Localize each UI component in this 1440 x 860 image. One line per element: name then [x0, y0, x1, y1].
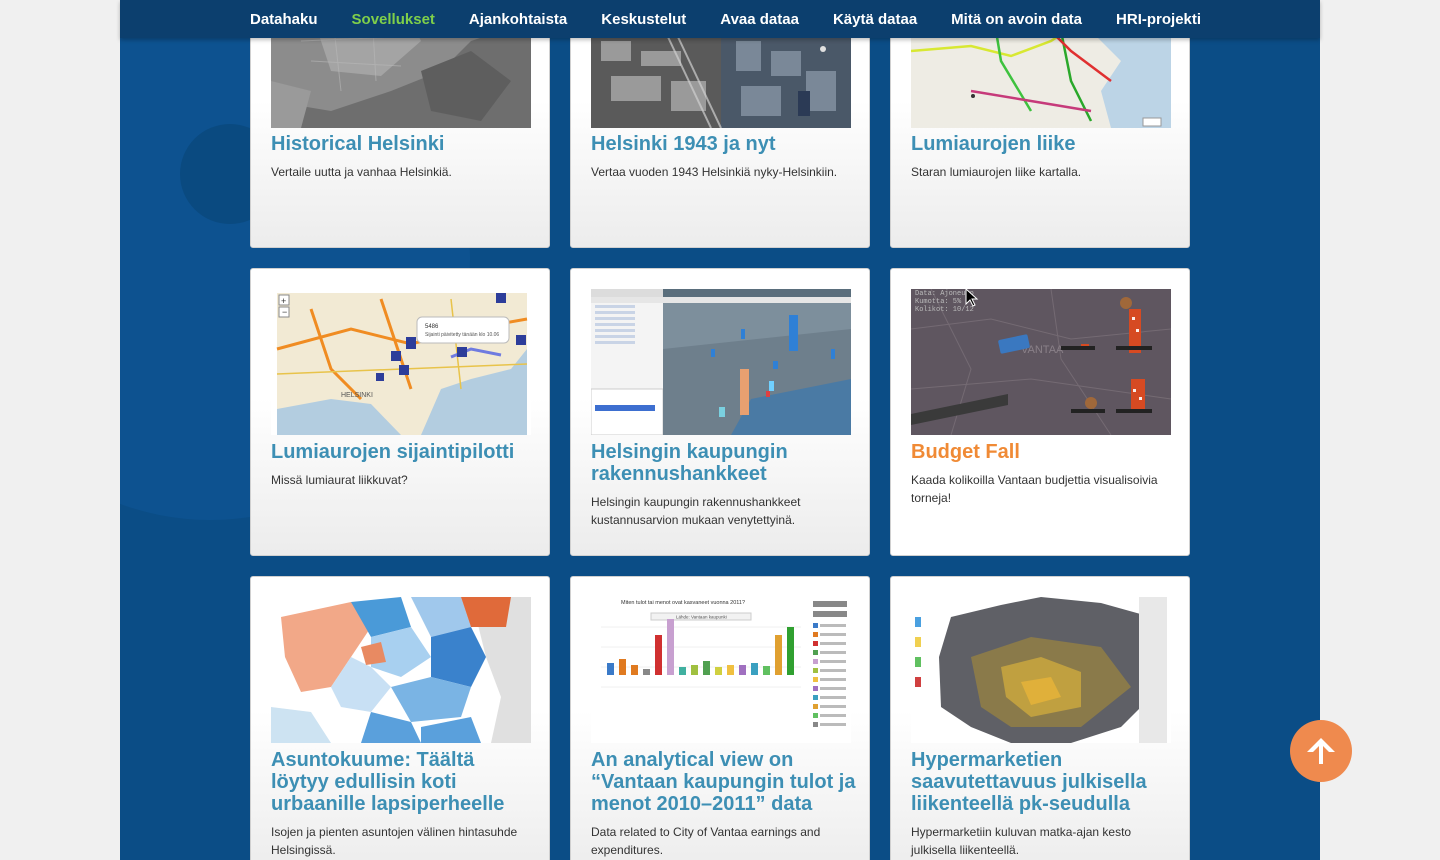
thumbnail-legend-text-line: [820, 687, 846, 690]
app-thumbnail-asuntokuume[interactable]: [271, 597, 531, 743]
app-card-description: Vertaa vuoden 1943 Helsinkiä nyky-Helsin…: [591, 165, 838, 179]
map-city-label: HELSINKI: [341, 392, 373, 399]
thumbnail-bar: [691, 665, 698, 675]
thumbnail-bar: [631, 665, 638, 675]
thumbnail-legend-swatch: [813, 632, 818, 637]
svg-text:+: +: [281, 296, 286, 306]
app-card-title[interactable]: Lumiaurojen liike: [911, 133, 1176, 155]
thumbnail-legend-text-line: [820, 678, 846, 681]
nav-item-hri-projekti[interactable]: HRI-projekti: [1116, 11, 1201, 28]
thumbnail-bar: [787, 627, 794, 675]
thumbnail-bar: [667, 619, 674, 675]
app-thumbnail-vantaa-tulot-menot[interactable]: Miten tulot tai menot ovat kasvaneet vuo…: [591, 597, 851, 743]
map-popup-time: Sijainti päivitetty tänään klo 10.06: [425, 332, 499, 338]
thumbnail-legend-swatch: [813, 695, 818, 700]
thumbnail-bar: [751, 663, 758, 675]
thumbnail-legend-text-line: [820, 624, 846, 627]
app-card-description: Staran lumiaurojen liike kartalla.: [911, 165, 1082, 179]
app-card-lumiaurojen-sijaintipilotti[interactable]: + − 5486 Sijainti päivitetty tänään klo …: [250, 268, 550, 556]
thumbnail-legend-swatch: [813, 713, 818, 718]
thumbnail-legend-text-line: [820, 651, 846, 654]
thumbnail-legend-swatch: [813, 659, 818, 664]
app-thumbnail-hypermarketien-saavutettavuus[interactable]: [911, 597, 1171, 743]
app-card-title[interactable]: Helsingin kaupungin rakennushankkeet: [591, 441, 856, 485]
arrow-up-icon: [1307, 738, 1335, 764]
thumbnail-bar: [703, 661, 710, 675]
app-card-asuntokuume[interactable]: Asuntokuume: Täältä löytyy edullisin kot…: [250, 576, 550, 860]
thumbnail-chart-title: Miten tulot tai menot ovat kasvaneet vuo…: [621, 600, 745, 606]
thumbnail-legend-swatch: [813, 623, 818, 628]
app-card-budget-fall[interactable]: Data: Ajoneuvo Kumotta: 5% Kolikot: 10/1…: [890, 268, 1190, 556]
thumbnail-bar: [679, 667, 686, 675]
thumbnail-bar: [607, 663, 614, 675]
app-thumbnail-lumiaurojen-sijaintipilotti[interactable]: + − 5486 Sijainti päivitetty tänään klo …: [271, 289, 531, 435]
app-thumbnail-rakennushankkeet[interactable]: [591, 289, 851, 435]
app-thumbnail-budget-fall[interactable]: Data: Ajoneuvo Kumotta: 5% Kolikot: 10/1…: [911, 289, 1171, 435]
map-popup-id: 5486: [425, 324, 439, 330]
thumbnail-legend-swatch: [813, 677, 818, 682]
nav-list: Datahaku Sovellukset Ajankohtaista Kesku…: [250, 0, 1201, 38]
thumbnail-bar: [715, 667, 722, 675]
thumbnail-bar: [775, 635, 782, 675]
nav-item-keskustelut[interactable]: Keskustelut: [601, 11, 686, 28]
thumbnail-bar: [643, 669, 650, 675]
app-card-description: Isojen ja pienten asuntojen välinen hint…: [271, 825, 518, 857]
app-card-description: Vertaile uutta ja vanhaa Helsinkiä.: [271, 165, 452, 179]
svg-text:−: −: [282, 307, 287, 317]
thumbnail-bar: [619, 659, 626, 675]
app-card-title[interactable]: Lumiaurojen sijaintipilotti: [271, 441, 536, 463]
app-card-title[interactable]: Historical Helsinki: [271, 133, 536, 155]
top-navigation: Datahaku Sovellukset Ajankohtaista Kesku…: [120, 0, 1320, 38]
app-card-title[interactable]: An analytical view on “Vantaan kaupungin…: [591, 749, 856, 815]
thumbnail-legend-text-line: [820, 633, 846, 636]
nav-item-ajankohtaista[interactable]: Ajankohtaista: [469, 11, 567, 28]
nav-item-sovellukset[interactable]: Sovellukset: [352, 11, 435, 28]
app-card-description: Missä lumiaurat liikkuvat?: [271, 473, 408, 487]
thumbnail-legend-text-line: [820, 714, 846, 717]
app-card-description: Hypermarketiin kuluvan matka-ajan kesto …: [911, 825, 1132, 857]
thumbnail-legend-swatch: [813, 650, 818, 655]
app-card-title[interactable]: Helsinki 1943 ja nyt: [591, 133, 856, 155]
thumbnail-legend-swatch: [813, 641, 818, 646]
mouse-cursor-icon: [965, 288, 979, 307]
thumbnail-legend-text-line: [820, 723, 846, 726]
thumbnail-chart-subtitle: Lähde: Vantaan kaupunki: [676, 615, 727, 620]
app-card-description: Helsingin kaupungin rakennushankkeet kus…: [591, 495, 801, 527]
nav-item-datahaku[interactable]: Datahaku: [250, 11, 318, 28]
thumbnail-legend-text-line: [820, 660, 846, 663]
app-card-vantaa-tulot-menot[interactable]: Miten tulot tai menot ovat kasvaneet vuo…: [570, 576, 870, 860]
thumbnail-bar: [655, 635, 662, 675]
thumbnail-bar: [739, 665, 746, 675]
app-card-title[interactable]: Budget Fall: [911, 441, 1176, 463]
thumbnail-bar: [763, 666, 770, 675]
nav-item-avaa-dataa[interactable]: Avaa dataa: [720, 11, 799, 28]
app-card-description: Kaada kolikoilla Vantaan budjettia visua…: [911, 473, 1158, 505]
thumbnail-legend-swatch: [813, 722, 818, 727]
app-card-rakennushankkeet[interactable]: Helsingin kaupungin rakennushankkeet Hel…: [570, 268, 870, 556]
app-card-description: Data related to City of Vantaa earnings …: [591, 825, 821, 857]
thumbnail-legend-text-line: [820, 642, 846, 645]
app-card-hypermarketien-saavutettavuus[interactable]: Hypermarketien saavutettavuus julkisella…: [890, 576, 1190, 860]
game-hud-score: Kumotta: 5%: [915, 298, 962, 306]
thumbnail-legend-swatch: [813, 686, 818, 691]
thumbnail-legend-text-line: [820, 705, 846, 708]
thumbnail-bar: [727, 665, 734, 675]
app-card-title[interactable]: Asuntokuume: Täältä löytyy edullisin kot…: [271, 749, 536, 815]
back-to-top-button[interactable]: [1290, 720, 1352, 782]
thumbnail-legend-swatch: [813, 704, 818, 709]
nav-item-kayta-dataa[interactable]: Käytä dataa: [833, 11, 917, 28]
app-card-title[interactable]: Hypermarketien saavutettavuus julkisella…: [911, 749, 1176, 815]
thumbnail-legend-text-line: [820, 669, 846, 672]
thumbnail-legend-swatch: [813, 668, 818, 673]
nav-item-mita-on-avoin-data[interactable]: Mitä on avoin data: [951, 11, 1082, 28]
thumbnail-legend-text-line: [820, 696, 846, 699]
